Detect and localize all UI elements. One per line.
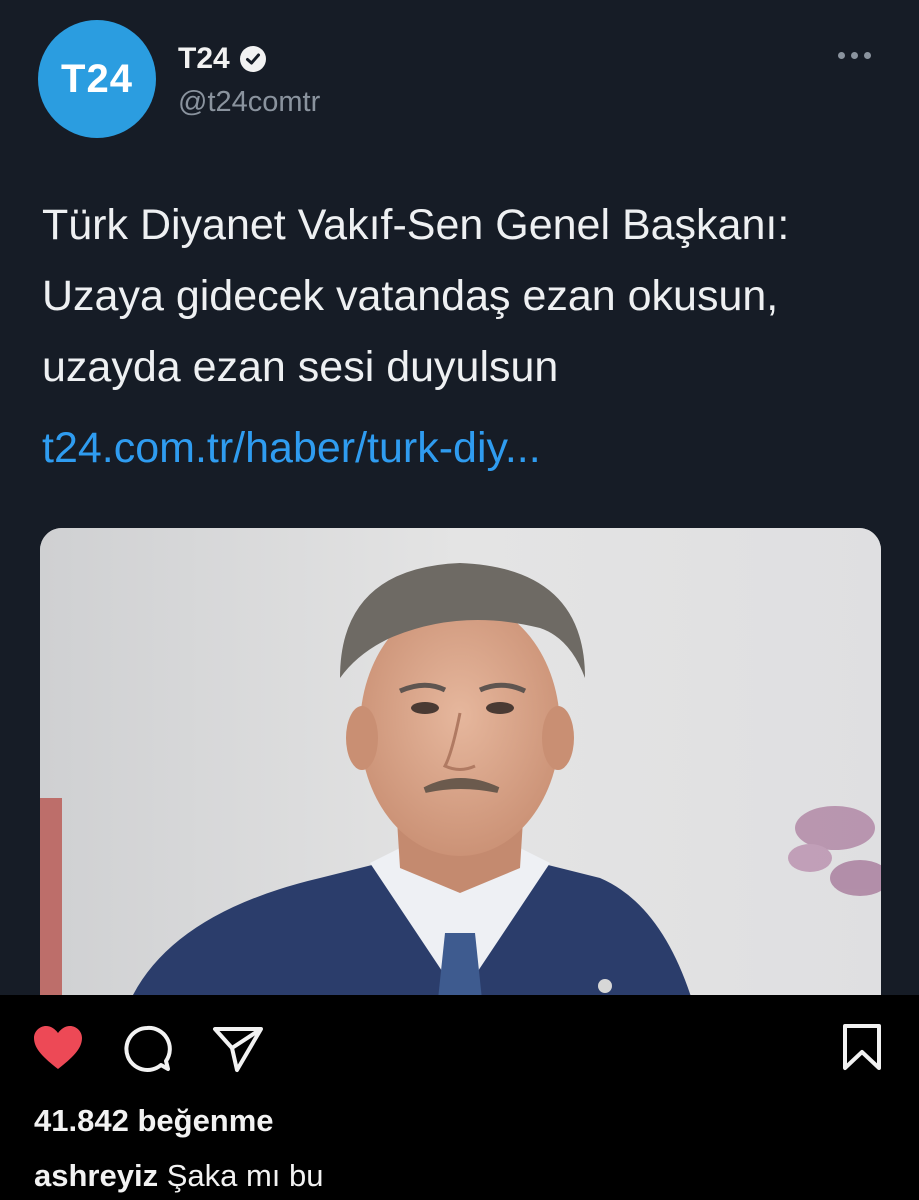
caption: ashreyiz Şaka mı bu xyxy=(34,1158,324,1194)
tweet-text: Türk Diyanet Vakıf-Sen Genel Başkanı: Uz… xyxy=(42,190,902,403)
post-action-bar xyxy=(0,995,919,1095)
tweet-text-line: Uzaya gidecek vatandaş ezan okusun, xyxy=(42,272,779,320)
share-icon[interactable] xyxy=(212,1025,264,1073)
tweet-text-line: Türk Diyanet Vakıf-Sen Genel Başkanı: xyxy=(42,201,790,249)
tweet-link[interactable]: t24.com.tr/haber/turk-diy... xyxy=(42,413,541,484)
avatar[interactable]: T24 xyxy=(38,20,156,138)
user-handle[interactable]: @t24comtr xyxy=(178,86,320,119)
likes-count[interactable]: 41.842 beğenme xyxy=(34,1103,274,1139)
embedded-tweet: T24 T24 @t24comtr Türk Diyanet Vakıf-Sen… xyxy=(0,0,919,995)
avatar-text: T24 xyxy=(61,56,133,101)
verified-badge-icon xyxy=(239,46,266,72)
tweet-photo[interactable] xyxy=(40,528,881,995)
heart-icon[interactable] xyxy=(32,1025,84,1071)
display-name[interactable]: T24 xyxy=(178,42,230,76)
caption-username[interactable]: ashreyiz xyxy=(34,1158,158,1193)
comment-icon[interactable] xyxy=(122,1025,172,1073)
likes-number: 41.842 xyxy=(34,1103,129,1138)
bookmark-icon[interactable] xyxy=(842,1023,882,1071)
caption-text: Şaka mı bu xyxy=(166,1158,324,1193)
author-row: T24 xyxy=(178,42,266,76)
more-options-icon[interactable] xyxy=(838,52,871,59)
tweet-text-line: uzayda ezan sesi duyulsun xyxy=(42,343,559,391)
likes-label: beğenme xyxy=(137,1103,274,1138)
